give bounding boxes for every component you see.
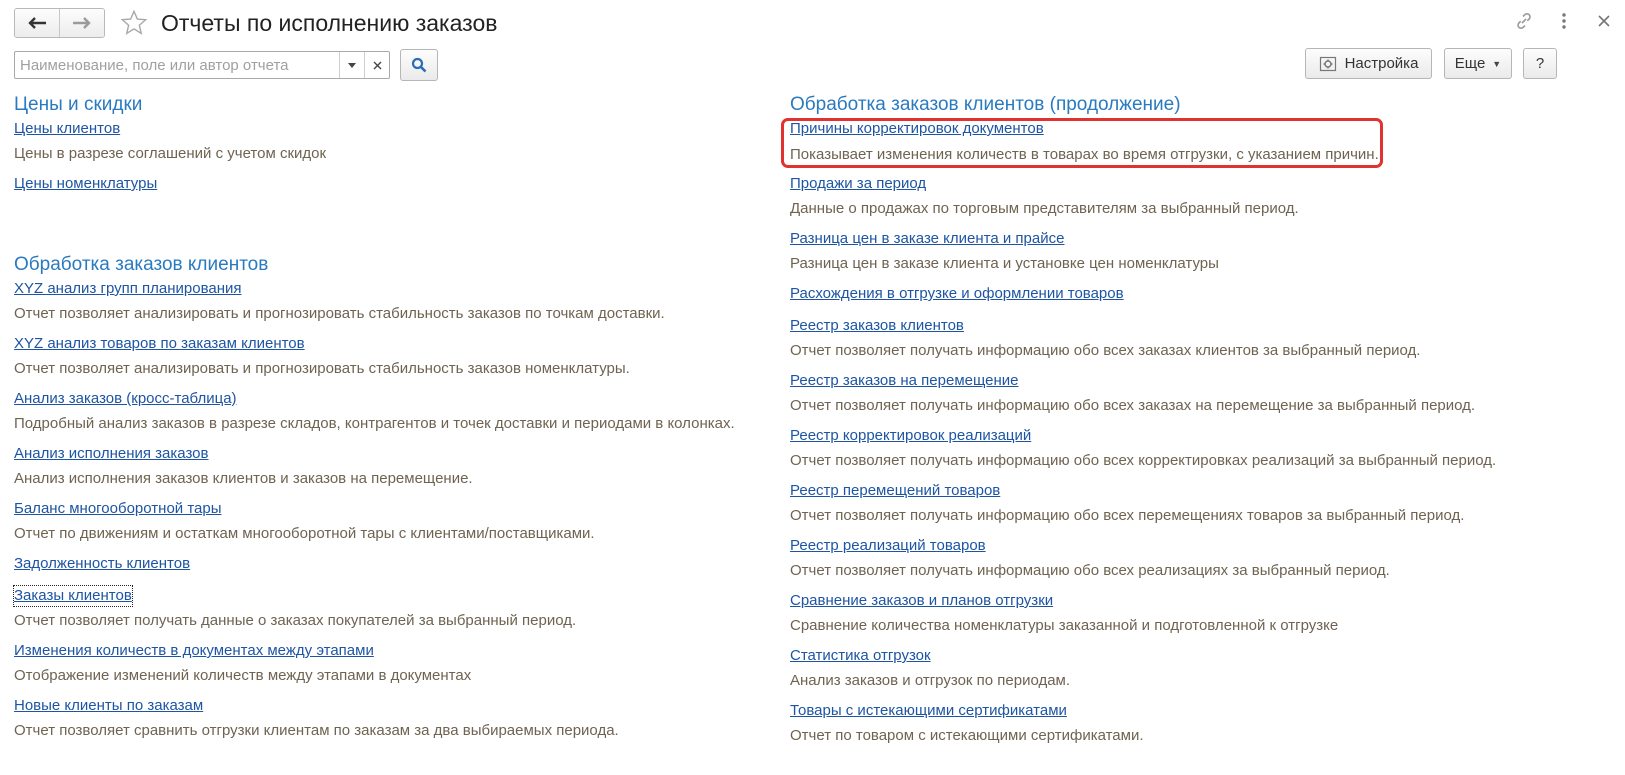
report-link[interactable]: Реестр корректировок реализаций	[790, 426, 1031, 446]
help-button[interactable]: ?	[1523, 48, 1557, 79]
report-description: Отчет позволяет получать информацию обо …	[790, 397, 1476, 414]
report-description: Подробный анализ заказов в разрезе склад…	[14, 415, 735, 432]
report-description: Отчет позволяет получать данные о заказа…	[14, 612, 577, 629]
report-link[interactable]: Цены номенклатуры	[14, 174, 157, 194]
report-link[interactable]: Товары с истекающими сертификатами	[790, 701, 1067, 721]
report-link[interactable]: Расхождения в отгрузке и оформлении това…	[790, 284, 1124, 304]
report-link[interactable]: Реестр перемещений товаров	[790, 481, 1000, 501]
settings-button-label: Настройка	[1344, 55, 1419, 72]
report-description: Отчет позволяет получать информацию обо …	[790, 342, 1421, 359]
report-description: Данные о продажах по торговым представит…	[790, 200, 1299, 217]
report-description: Отчет позволяет получать информацию обо …	[790, 452, 1497, 469]
report-description: Отчет по товаром с истекающими сертифика…	[790, 727, 1144, 744]
back-arrow-icon	[28, 17, 46, 29]
report-description: Сравнение количества номенклатуры заказа…	[790, 617, 1339, 634]
report-link[interactable]: Задолженность клиентов	[14, 554, 190, 574]
search-field	[14, 51, 390, 79]
report-link[interactable]: Сравнение заказов и планов отгрузки	[790, 591, 1053, 611]
report-description: Отчет позволяет сравнить отгрузки клиент…	[14, 722, 619, 739]
report-description: Отчет позволяет получать информацию обо …	[790, 562, 1390, 579]
highlight-box	[781, 118, 1383, 168]
section-title-prices: Цены и скидки	[14, 94, 143, 115]
link-icon	[1517, 13, 1531, 29]
report-link-focused[interactable]: Заказы клиентов	[13, 585, 133, 607]
report-link[interactable]: Реестр реализаций товаров	[790, 536, 986, 556]
section-title-orders-continued: Обработка заказов клиентов (продолжение)	[790, 94, 1181, 115]
kebab-menu-icon	[1562, 13, 1566, 29]
report-link[interactable]: Продажи за период	[790, 174, 926, 194]
report-description: Анализ исполнения заказов клиентов и зак…	[14, 470, 473, 487]
back-button[interactable]	[15, 9, 59, 37]
close-icon	[1598, 15, 1610, 27]
forward-button[interactable]	[59, 9, 104, 37]
settings-button[interactable]: Настройка	[1305, 48, 1432, 79]
dropdown-icon	[348, 62, 356, 68]
search-button[interactable]	[400, 49, 438, 81]
report-link[interactable]: Баланс многооборотной тары	[14, 499, 222, 519]
star-icon	[120, 9, 148, 35]
forward-arrow-icon	[73, 17, 91, 29]
report-link[interactable]: Новые клиенты по заказам	[14, 696, 203, 716]
search-clear-button[interactable]	[364, 52, 389, 78]
report-description: Цены в разрезе соглашений с учетом скидо…	[14, 145, 327, 162]
report-description: Отчет позволяет получать информацию обо …	[790, 507, 1465, 524]
report-link[interactable]: Реестр заказов на перемещение	[790, 371, 1019, 391]
search-dropdown-button[interactable]	[339, 52, 364, 78]
report-link[interactable]: Реестр заказов клиентов	[790, 316, 964, 336]
report-link[interactable]: XYZ анализ товаров по заказам клиентов	[14, 334, 305, 354]
report-link[interactable]: Анализ исполнения заказов	[14, 444, 208, 464]
report-description: Отображение изменений количеств между эт…	[14, 667, 472, 684]
more-button-label: Еще	[1454, 55, 1486, 72]
report-description: Отчет позволяет анализировать и прогнози…	[14, 305, 665, 322]
section-title-orders: Обработка заказов клиентов	[14, 254, 269, 275]
report-description: Анализ заказов и отгрузок по периодам.	[790, 672, 1071, 689]
search-icon	[411, 57, 427, 73]
chevron-down-icon: ▼	[1492, 58, 1502, 69]
report-description: Отчет по движениям и остаткам многооборо…	[14, 525, 595, 542]
report-description: Отчет позволяет анализировать и прогнози…	[14, 360, 630, 377]
clear-icon	[373, 61, 381, 69]
report-description: Разница цен в заказе клиента и установке…	[790, 255, 1219, 272]
close-button[interactable]	[1593, 10, 1615, 32]
nav-buttons	[14, 8, 105, 38]
search-input[interactable]	[15, 52, 339, 78]
report-link[interactable]: Статистика отгрузок	[790, 646, 931, 666]
window-controls	[1513, 10, 1615, 32]
title-bar: Отчеты по исполнению заказов	[14, 8, 497, 38]
report-link[interactable]: Изменения количеств в документах между э…	[14, 641, 374, 661]
report-link[interactable]: Разница цен в заказе клиента и прайсе	[790, 229, 1064, 249]
more-button[interactable]: Еще ▼	[1444, 48, 1512, 79]
page-title: Отчеты по исполнению заказов	[161, 9, 498, 36]
more-actions-button[interactable]	[1553, 10, 1575, 32]
settings-icon	[1319, 56, 1336, 71]
favorite-button[interactable]	[119, 8, 149, 38]
report-link[interactable]: Цены клиентов	[14, 119, 120, 139]
link-button[interactable]	[1513, 10, 1535, 32]
report-link[interactable]: XYZ анализ групп планирования	[14, 279, 242, 299]
report-link[interactable]: Анализ заказов (кросс-таблица)	[14, 389, 237, 409]
